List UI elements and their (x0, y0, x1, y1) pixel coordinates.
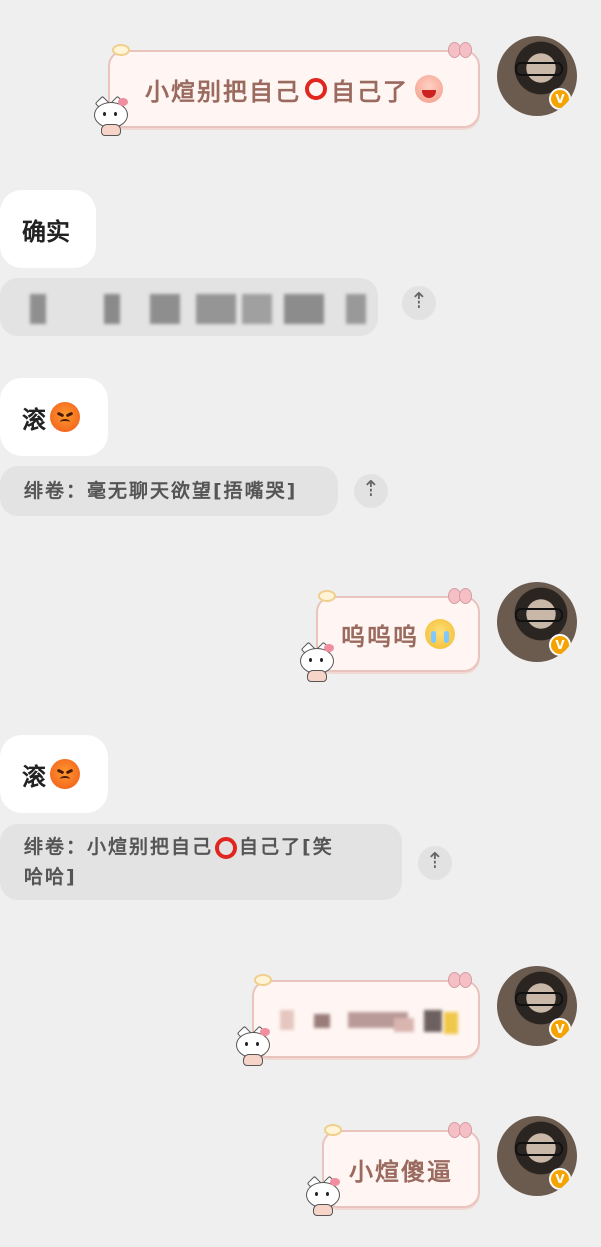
blurred-content (20, 288, 376, 328)
hello-kitty-sticker-icon (234, 1025, 270, 1066)
message-text: 小煊傻逼 (349, 1157, 453, 1186)
message-text: 自己了 (331, 77, 409, 106)
quote-text: 绯卷：毫无聊天欲望[捂嘴哭] (24, 480, 298, 502)
ribbon-decoration-icon (324, 1124, 342, 1136)
quote-bubble-blurred[interactable] (0, 278, 378, 336)
quote-text: 绯卷：小煊别把自己 (24, 836, 214, 858)
quote-text: 哈哈] (24, 866, 77, 888)
message-text: 确实 (22, 217, 70, 246)
crying-emoji-icon (425, 619, 455, 649)
message-bubble-10[interactable]: 小煊傻逼 (322, 1130, 480, 1208)
avatar[interactable]: V (497, 582, 577, 662)
message-bubble-1[interactable]: 小煊别把自己 自己了 (108, 50, 480, 128)
jump-to-quote-button[interactable]: ⇡ (354, 474, 388, 508)
circle-emoji-icon (305, 78, 327, 100)
verified-badge-icon: V (549, 634, 571, 656)
jump-to-quote-button[interactable]: ⇡ (418, 846, 452, 880)
message-bubble-6[interactable]: 呜呜呜 (316, 596, 480, 672)
avatar[interactable]: V (497, 36, 577, 116)
message-text: 滚 (22, 762, 46, 791)
ribbon-decoration-icon (318, 590, 336, 602)
message-bubble-4[interactable]: 滚 (0, 378, 108, 456)
hello-kitty-sticker-icon (92, 95, 128, 136)
message-text: 小煊别把自己 (145, 77, 301, 106)
message-text: 滚 (22, 405, 46, 434)
bow-decoration-icon (448, 972, 472, 988)
avatar[interactable]: V (497, 966, 577, 1046)
avatar[interactable]: V (497, 1116, 577, 1196)
hello-kitty-sticker-icon (304, 1175, 340, 1216)
ribbon-decoration-icon (254, 974, 272, 986)
laugh-emoji-icon (415, 75, 443, 103)
angry-emoji-icon (50, 402, 80, 432)
quote-bubble[interactable]: 绯卷：毫无聊天欲望[捂嘴哭] (0, 466, 338, 516)
angry-emoji-icon (50, 759, 80, 789)
jump-to-quote-button[interactable]: ⇡ (402, 286, 436, 320)
ribbon-decoration-icon (112, 44, 130, 56)
bow-decoration-icon (448, 42, 472, 58)
message-bubble-9[interactable] (252, 980, 480, 1058)
quote-text: 自己了[笑 (239, 836, 334, 858)
quote-bubble[interactable]: 绯卷：小煊别把自己 自己了[笑 哈哈] (0, 824, 402, 900)
verified-badge-icon: V (549, 1168, 571, 1190)
message-bubble-7[interactable]: 滚 (0, 735, 108, 813)
verified-badge-icon: V (549, 88, 571, 110)
verified-badge-icon: V (549, 1018, 571, 1040)
message-text: 呜呜呜 (341, 622, 419, 651)
hello-kitty-sticker-icon (298, 641, 334, 682)
bow-decoration-icon (448, 1122, 472, 1138)
circle-emoji-icon (215, 836, 238, 859)
bow-decoration-icon (448, 588, 472, 604)
blurred-content (274, 1000, 464, 1040)
message-bubble-2[interactable]: 确实 (0, 190, 96, 268)
